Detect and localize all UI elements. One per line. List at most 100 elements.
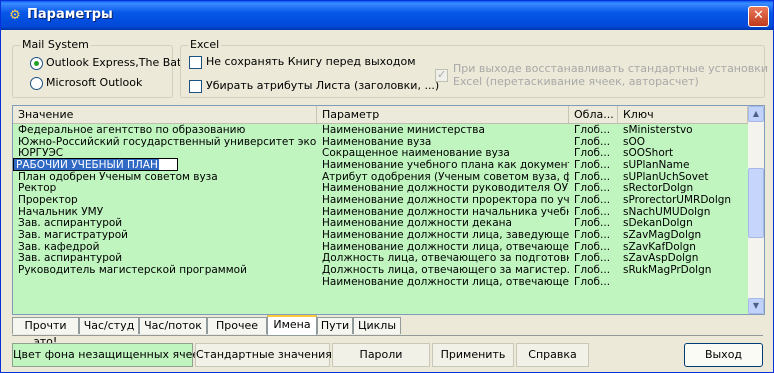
- cell-key[interactable]: sZavKafDolgn: [618, 241, 748, 253]
- dont-save-workbook-checkbox[interactable]: [189, 56, 202, 69]
- cell-value[interactable]: Проректор: [13, 194, 317, 206]
- cell-value[interactable]: [13, 276, 317, 288]
- column-header-scope[interactable]: Обла...: [569, 106, 618, 123]
- tab-2[interactable]: Час/поток: [139, 317, 207, 334]
- title-bar[interactable]: ⚙ Параметры ✕: [1, 1, 773, 30]
- table-row[interactable]: Южно-Российский государственный универси…: [13, 136, 748, 148]
- cell-parameter[interactable]: Наименование вуза: [317, 136, 569, 148]
- scroll-thumb[interactable]: [748, 168, 764, 238]
- tab-6[interactable]: Циклы: [353, 317, 401, 334]
- apply-button[interactable]: Применить: [432, 343, 514, 367]
- cell-value[interactable]: Зав. кафедрой: [13, 241, 317, 253]
- cell-parameter[interactable]: [317, 287, 569, 299]
- cell-value[interactable]: Зав. магистратурой: [13, 229, 317, 241]
- outlook-express-radio[interactable]: [30, 57, 43, 70]
- cell-parameter[interactable]: Наименование должности декана: [317, 217, 569, 229]
- passwords-button[interactable]: Пароли: [332, 343, 430, 367]
- cell-value[interactable]: Ректор: [13, 182, 317, 194]
- table-row[interactable]: Федеральное агентство по образованию Наим…: [13, 124, 748, 136]
- column-header-key[interactable]: Ключ: [618, 106, 748, 123]
- cell-key[interactable]: sZavAspDolgn: [618, 252, 748, 264]
- cell-value[interactable]: [13, 299, 317, 311]
- cell-scope[interactable]: Глоб...: [569, 241, 618, 253]
- cell-key[interactable]: sUPlanUchSovet: [618, 171, 748, 183]
- tab-1[interactable]: Час/студ: [79, 317, 139, 334]
- scroll-down-arrow-icon[interactable]: ▼: [748, 298, 764, 314]
- cell-value[interactable]: [13, 287, 317, 299]
- cell-key[interactable]: sRectorDolgn: [618, 182, 748, 194]
- cell-scope[interactable]: Глоб...: [569, 159, 618, 171]
- cell-value[interactable]: План одобрен Ученым советом вуза: [13, 171, 317, 183]
- cell-parameter[interactable]: Должность лица, отвечающего за подготовк…: [317, 252, 569, 264]
- cell-scope[interactable]: [569, 287, 618, 299]
- cell-parameter[interactable]: [317, 299, 569, 311]
- column-header-parameter[interactable]: Параметр: [317, 106, 569, 123]
- microsoft-outlook-label[interactable]: Microsoft Outlook: [46, 76, 142, 89]
- close-button[interactable]: ✕: [748, 6, 769, 27]
- table-row[interactable]: Наименование должности лица, отвечающего…: [13, 276, 748, 288]
- cell-scope[interactable]: Глоб...: [569, 171, 618, 183]
- cell-scope[interactable]: Глоб...: [569, 276, 618, 288]
- cell-scope[interactable]: Глоб...: [569, 217, 618, 229]
- cell-parameter[interactable]: Наименование должности лица, заведующег.…: [317, 229, 569, 241]
- table-row[interactable]: План одобрен Ученым советом вуза Атрибут …: [13, 171, 748, 183]
- cell-value[interactable]: Начальник УМУ: [13, 206, 317, 218]
- cell-key[interactable]: sProrectorUMRDolgn: [618, 194, 748, 206]
- cell-value[interactable]: Руководитель магистерской программой: [13, 264, 317, 276]
- unprotected-cell-color-button[interactable]: Цвет фона незащищенных ячеек: [12, 343, 206, 367]
- outlook-express-label[interactable]: Outlook Express,The Bat: [46, 56, 181, 69]
- table-row[interactable]: Зав. магистратурой Наименование должности…: [13, 229, 748, 241]
- tab-3[interactable]: Прочее: [207, 317, 267, 334]
- vertical-scrollbar[interactable]: ▲ ▼: [748, 106, 764, 314]
- cell-scope[interactable]: Глоб...: [569, 182, 618, 194]
- cell-scope[interactable]: Глоб...: [569, 229, 618, 241]
- table-row[interactable]: [13, 299, 748, 311]
- cell-value-editor[interactable]: РАБОЧИЙ УЧЕБНЫЙ ПЛАН: [13, 157, 178, 171]
- cell-value[interactable]: Зав. аспирантурой: [13, 217, 317, 229]
- cell-scope[interactable]: Глоб...: [569, 136, 618, 148]
- cell-parameter[interactable]: Наименование должности лица, отвечающег.…: [317, 241, 569, 253]
- table-row[interactable]: Зав. аспирантурой Должность лица, отвечаю…: [13, 252, 748, 264]
- cell-value[interactable]: Федеральное агентство по образованию: [13, 124, 317, 136]
- cell-parameter[interactable]: Наименование учебного плана как документ…: [317, 159, 569, 171]
- cell-scope[interactable]: Глоб...: [569, 194, 618, 206]
- cell-key[interactable]: [618, 287, 748, 299]
- cell-key[interactable]: sOOShort: [618, 147, 748, 159]
- cell-key[interactable]: sUPlanName: [618, 159, 748, 171]
- cell-value[interactable]: Южно-Российский государственный универси…: [13, 136, 317, 148]
- cell-key[interactable]: sRukMagPrDolgn: [618, 264, 748, 276]
- cell-parameter[interactable]: Наименование должности руководителя ОУ: [317, 182, 569, 194]
- table-row[interactable]: [13, 287, 748, 299]
- default-values-button[interactable]: Стандартные значения: [195, 343, 332, 367]
- cell-parameter[interactable]: Наименование должности лица, отвечающего…: [317, 276, 569, 288]
- dont-save-workbook-label[interactable]: Не сохранять Книгу перед выходом: [206, 55, 416, 68]
- cell-parameter[interactable]: Наименование министерства: [317, 124, 569, 136]
- microsoft-outlook-radio[interactable]: [30, 77, 43, 90]
- cell-parameter[interactable]: Наименование должности начальника учебн.…: [317, 206, 569, 218]
- cell-key[interactable]: sMinisterstvo: [618, 124, 748, 136]
- cell-scope[interactable]: Глоб...: [569, 264, 618, 276]
- cell-scope[interactable]: Глоб...: [569, 206, 618, 218]
- table-row[interactable]: Зав. кафедрой Наименование должности лица…: [13, 241, 748, 253]
- remove-sheet-attrs-checkbox[interactable]: [189, 80, 202, 93]
- scroll-up-arrow-icon[interactable]: ▲: [748, 106, 764, 122]
- cell-key[interactable]: sDekanDolgn: [618, 217, 748, 229]
- cell-scope[interactable]: Глоб...: [569, 147, 618, 159]
- table-row[interactable]: Проректор Наименование должности проректо…: [13, 194, 748, 206]
- cell-scope[interactable]: Глоб...: [569, 252, 618, 264]
- cell-scope[interactable]: Глоб...: [569, 124, 618, 136]
- cell-key[interactable]: sNachUMUDolgn: [618, 206, 748, 218]
- cell-key[interactable]: [618, 276, 748, 288]
- help-button[interactable]: Справка: [516, 343, 589, 367]
- cell-parameter[interactable]: Атрибут одобрения (Ученым советом вуза, …: [317, 171, 569, 183]
- table-row[interactable]: Начальник УМУ Наименование должности нача…: [13, 206, 748, 218]
- column-header-value[interactable]: Значение: [13, 106, 317, 123]
- remove-sheet-attrs-label[interactable]: Убирать атрибуты Листа (заголовки, ...): [206, 79, 439, 92]
- exit-button[interactable]: Выход: [684, 343, 763, 367]
- tab-0[interactable]: Прочти это!: [12, 317, 79, 348]
- table-row[interactable]: РАБОЧИЙ УЧЕБНЫЙ ПЛАН Наименование учебног…: [13, 157, 748, 171]
- cell-parameter[interactable]: Наименование должности проректора по уче…: [317, 194, 569, 206]
- cell-value[interactable]: Зав. аспирантурой: [13, 252, 317, 264]
- cell-key[interactable]: sZavMagDolgn: [618, 229, 748, 241]
- cell-parameter[interactable]: Должность лица, отвечающего за магистер.…: [317, 264, 569, 276]
